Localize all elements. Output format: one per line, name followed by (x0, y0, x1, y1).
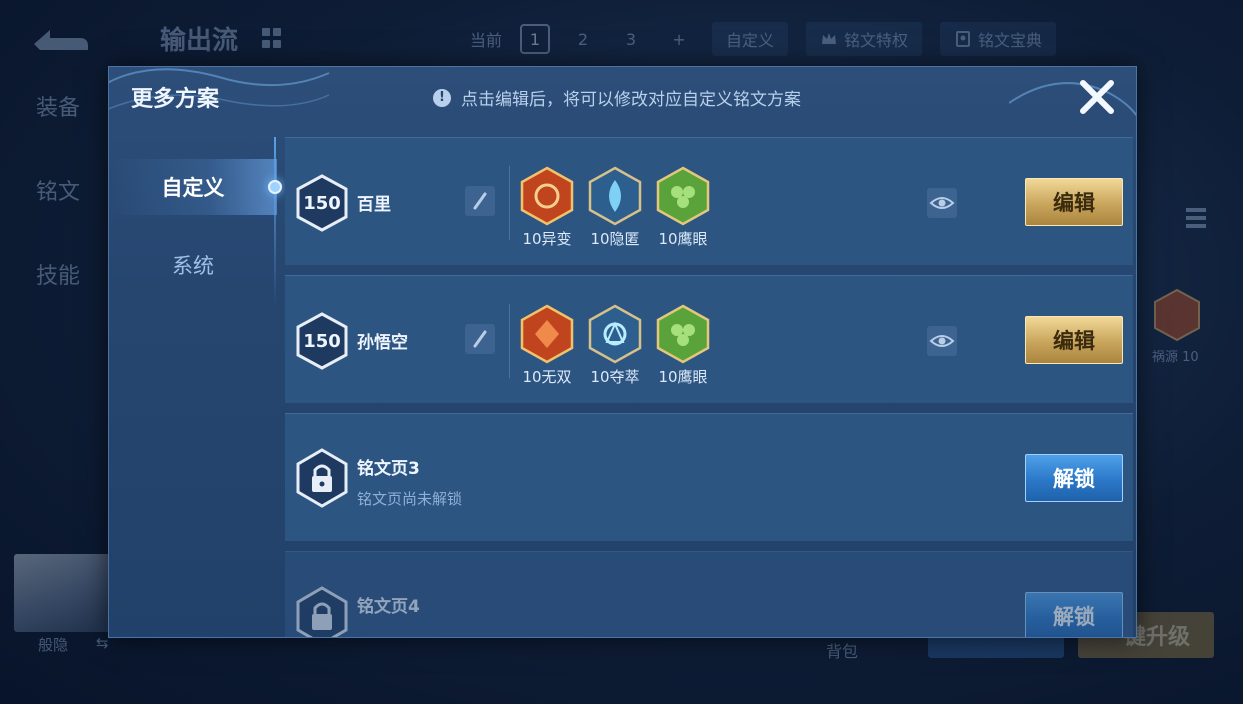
unlock-button[interactable]: 解锁 (1025, 592, 1123, 637)
side-tab-skills[interactable]: 技能 (36, 258, 80, 290)
rune-icon (1154, 288, 1200, 342)
swap-icon[interactable]: ⇆ (96, 634, 109, 652)
codex-button[interactable]: 铭文宝典 (940, 22, 1057, 56)
modal-title: 更多方案 (131, 87, 220, 112)
row-divider (509, 166, 510, 240)
edit-notice: ! 点击编辑后，将可以修改对应自定义铭文方案 (433, 85, 801, 110)
side-tab-equipment[interactable]: 装备 (36, 90, 80, 122)
lock-icon (296, 586, 348, 637)
add-page-button[interactable]: + (664, 24, 694, 54)
info-icon: ! (433, 88, 451, 107)
page-tab-2[interactable]: 2 (568, 24, 598, 54)
blue-rune-icon (588, 304, 642, 364)
rune-label: 10鹰眼 (658, 230, 708, 248)
bag-label[interactable]: 背包 (826, 638, 858, 662)
privilege-button[interactable]: 铭文特权 (806, 22, 923, 56)
row-divider (509, 304, 510, 378)
rename-button[interactable] (465, 186, 495, 216)
tab-system-label: 系统 (172, 254, 214, 278)
back-arrow-icon[interactable] (30, 22, 92, 54)
rename-button[interactable] (465, 324, 495, 354)
locked-plan-row: 铭文页4 解锁 (285, 551, 1133, 637)
more-plans-modal: 更多方案 ! 点击编辑后，将可以修改对应自定义铭文方案 自定义 系统 150 百… (108, 66, 1137, 638)
book-icon (956, 31, 971, 47)
page-tab-1[interactable]: 1 (520, 24, 551, 54)
rune-label: 10鹰眼 (658, 368, 708, 386)
level-badge: 150 (295, 174, 349, 232)
tab-custom[interactable]: 自定义 (109, 159, 277, 215)
lock-icon (296, 448, 348, 508)
tab-rail (274, 137, 276, 307)
preview-button[interactable] (927, 188, 957, 218)
rune-slot: 10无双 (517, 304, 577, 387)
edit-button[interactable]: 编辑 (1025, 316, 1123, 364)
pen-icon (473, 192, 487, 210)
edit-notice-text: 点击编辑后，将可以修改对应自定义铭文方案 (461, 90, 801, 110)
locked-plan-row: 铭文页3 铭文页尚未解锁 解锁 (285, 413, 1133, 541)
lock-badge (295, 586, 349, 637)
current-label: 当前 (470, 31, 503, 50)
custom-label: 自定义 (726, 31, 775, 50)
side-tab-runes[interactable]: 铭文 (36, 174, 80, 206)
codex-label: 铭文宝典 (978, 31, 1043, 50)
rune-slot: 10隐匿 (585, 166, 645, 249)
active-tab-indicator (268, 180, 282, 194)
plan-row: 150 百里 10异变 10隐匿 10鹰眼 编辑 (285, 137, 1133, 265)
rune-label: 10无双 (522, 368, 572, 386)
avatar-label: 般隐 (38, 636, 69, 654)
pen-icon (473, 330, 487, 348)
page-name: 铭文页4 (357, 597, 420, 617)
top-bar: 当前 1 2 3 + 自定义 铭文特权 铭文宝典 (470, 22, 1057, 56)
crown-icon (822, 33, 837, 44)
plan-name: 孙悟空 (357, 333, 408, 353)
rune-label: 10隐匿 (590, 230, 640, 248)
level-badge: 150 (295, 312, 349, 370)
preview-button[interactable] (927, 326, 957, 356)
eye-icon (929, 335, 955, 347)
plan-row: 150 孙悟空 10无双 10夺萃 10鹰眼 编辑 (285, 275, 1133, 403)
unlock-button[interactable]: 解锁 (1025, 454, 1123, 502)
page-name: 铭文页3 (357, 459, 420, 479)
tab-custom-label: 自定义 (161, 176, 225, 200)
level-value: 150 (303, 192, 341, 214)
privilege-label: 铭文特权 (844, 31, 909, 50)
page-tab-3[interactable]: 3 (616, 24, 646, 54)
plan-name: 百里 (357, 195, 391, 215)
rune-slot: 10异变 (517, 166, 577, 249)
rune-count-label: 祸源 10 (1152, 350, 1199, 365)
plan-list: 150 百里 10异变 10隐匿 10鹰眼 编辑 150 孙悟空 10无双 10… (285, 137, 1133, 637)
tab-system[interactable]: 系统 (109, 237, 277, 293)
green-rune-icon (656, 166, 710, 226)
close-icon[interactable] (1075, 75, 1119, 119)
rune-label: 10异变 (522, 230, 572, 248)
rune-slot: 10鹰眼 (653, 304, 713, 387)
rune-label: 10夺萃 (590, 368, 640, 386)
red-rune-icon (520, 166, 574, 226)
custom-button[interactable]: 自定义 (712, 22, 789, 56)
menu-icon[interactable] (1184, 206, 1208, 234)
rune-slot: 10夺萃 (585, 304, 645, 387)
page-status: 铭文页尚未解锁 (357, 490, 463, 508)
level-value: 150 (303, 330, 341, 352)
eye-icon (929, 197, 955, 209)
green-rune-icon (656, 304, 710, 364)
background-side-tabs: 装备 铭文 技能 (36, 90, 80, 290)
edit-button[interactable]: 编辑 (1025, 178, 1123, 226)
grid-icon[interactable] (262, 28, 282, 48)
loadout-title: 输出流 (160, 26, 239, 56)
rune-slot: 10鹰眼 (653, 166, 713, 249)
plan-category-tabs: 自定义 系统 (109, 137, 277, 637)
lock-badge (295, 448, 349, 508)
hero-avatar[interactable] (14, 554, 110, 632)
blue-rune-icon (588, 166, 642, 226)
red-rune-icon (520, 304, 574, 364)
